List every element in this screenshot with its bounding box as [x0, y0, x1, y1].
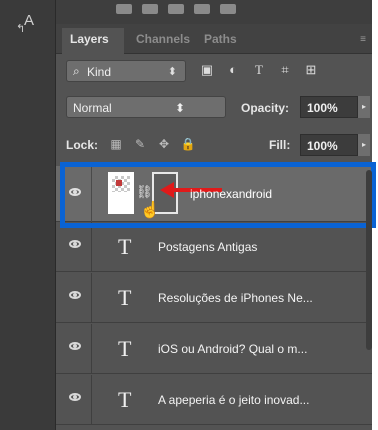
filter-kind-select[interactable]: ⌕ Kind ⬍	[66, 60, 186, 82]
eye-icon	[69, 291, 81, 299]
toolbar-button-4[interactable]	[194, 4, 210, 14]
layer-row[interactable]: T Postagens Antigas	[56, 222, 372, 272]
layer-name[interactable]: iphonexandroid	[190, 187, 272, 201]
text-layer-icon: T	[118, 234, 132, 259]
layer-row[interactable]: T A apeperia é o jeito inovad...	[56, 375, 372, 425]
fill-input[interactable]: 100%	[300, 134, 358, 156]
opacity-label: Opacity:	[241, 101, 290, 115]
visibility-toggle[interactable]	[56, 273, 92, 323]
lock-row: Lock: ▦ ✎ ✥ 🔒 Fill: 100% ▸	[66, 134, 370, 156]
lock-position-icon[interactable]: ✥	[156, 137, 172, 151]
hand-cursor-icon: ☝	[140, 202, 160, 219]
eye-icon	[69, 393, 81, 401]
text-layer-icon: T	[118, 285, 132, 310]
lock-all-icon[interactable]: 🔒	[180, 137, 196, 151]
visibility-toggle[interactable]	[56, 375, 92, 425]
visibility-toggle[interactable]	[56, 324, 92, 374]
fill-label: Fill:	[269, 138, 291, 152]
tab-paths[interactable]: Paths	[204, 32, 237, 46]
eye-icon	[69, 240, 81, 248]
photoshop-layers-panel-window: ↰ A Layers Channels Paths ≡ ⌕ Kind ⬍ ▣ ◐…	[0, 0, 376, 430]
adjustment-filter-icon[interactable]: ◐	[224, 62, 242, 77]
layer-row[interactable]: T Resoluções de iPhones Ne...	[56, 273, 372, 323]
toolbar-button-3[interactable]	[168, 4, 184, 14]
search-icon: ⌕	[73, 64, 80, 78]
top-toolbar	[56, 0, 372, 24]
lock-label: Lock:	[66, 138, 99, 152]
layer-name[interactable]: iOS ou Android? Qual o m...	[158, 342, 307, 356]
text-layer-icon: T	[118, 336, 132, 361]
panel-menu-icon[interactable]: ≡	[360, 34, 366, 45]
lock-image-pixels-icon[interactable]: ✎	[132, 137, 148, 151]
image-filter-icon[interactable]: ▣	[198, 62, 216, 78]
tab-layers[interactable]: Layers	[70, 32, 109, 46]
layers-list: ⛓ ☝ iphonexandroid T Postagens Antigas T…	[56, 166, 372, 430]
link-chain-icon[interactable]: ⛓	[136, 184, 153, 200]
scrollbar[interactable]	[366, 170, 372, 350]
select-arrows-icon: ⬍	[175, 101, 186, 115]
tool-icon-big-glyph: A	[24, 12, 35, 29]
layers-panel: Layers Channels Paths ≡ ⌕ Kind ⬍ ▣ ◐ T ⌗…	[56, 0, 372, 430]
toolbar-button-5[interactable]	[220, 4, 236, 14]
smartobject-filter-icon[interactable]: ⊞	[302, 62, 320, 78]
lock-transparent-pixels-icon[interactable]: ▦	[108, 137, 124, 151]
opacity-input[interactable]: 100%	[300, 96, 358, 118]
layer-row-selected[interactable]: ⛓ ☝ iphonexandroid	[56, 166, 372, 222]
visibility-toggle[interactable]	[56, 222, 92, 272]
layer-row[interactable]: T iOS ou Android? Qual o m...	[56, 324, 372, 374]
layer-thumbnail[interactable]	[108, 172, 134, 214]
toolbar-button-2[interactable]	[142, 4, 158, 14]
arrow-head	[160, 182, 174, 198]
fill-dropdown-icon[interactable]: ▸	[358, 134, 370, 156]
opacity-dropdown-icon[interactable]: ▸	[358, 96, 370, 118]
tool-strip: ↰ A	[0, 0, 56, 430]
layer-name[interactable]: Postagens Antigas	[158, 240, 257, 254]
panel-tabs: Layers Channels Paths ≡	[56, 24, 372, 54]
blend-mode-value: Normal	[73, 101, 112, 115]
eye-icon	[69, 188, 81, 196]
eye-icon	[69, 342, 81, 350]
visibility-toggle[interactable]	[56, 166, 92, 222]
type-filter-icon[interactable]: T	[250, 62, 268, 78]
shape-filter-icon[interactable]: ⌗	[276, 62, 294, 78]
select-arrows-icon: ⬍	[167, 66, 177, 78]
blend-row: Normal ⬍ Opacity: 100% ▸	[66, 96, 370, 120]
tab-channels[interactable]: Channels	[136, 32, 190, 46]
character-tool-icon[interactable]: ↰ A	[14, 12, 44, 38]
toolbar-button-1[interactable]	[116, 4, 132, 14]
layer-name[interactable]: Resoluções de iPhones Ne...	[158, 291, 313, 305]
text-layer-icon: T	[118, 387, 132, 412]
filter-row: ⌕ Kind ⬍ ▣ ◐ T ⌗ ⊞	[66, 60, 366, 84]
layer-name[interactable]: A apeperia é o jeito inovad...	[158, 393, 309, 407]
blend-mode-select[interactable]: Normal ⬍	[66, 96, 226, 118]
filter-kind-label: Kind	[87, 65, 112, 79]
thumbnail-content	[116, 180, 122, 186]
